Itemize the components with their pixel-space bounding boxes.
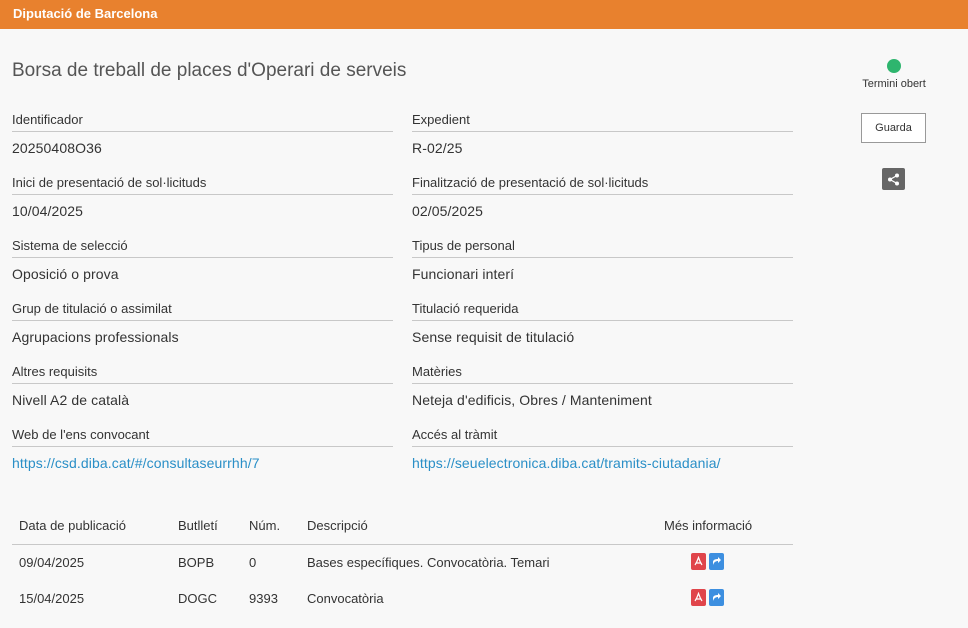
- field-label: Matèries: [412, 364, 793, 384]
- field-value: Sense requisit de titulació: [412, 329, 575, 345]
- field-titulacio: Titulació requerida Sense requisit de ti…: [412, 301, 793, 345]
- field-value: R-02/25: [412, 140, 463, 156]
- external-link-icon[interactable]: [709, 589, 724, 606]
- cell-desc: Bases específiques. Convocatòria. Temari: [307, 555, 550, 570]
- top-bar: Diputació de Barcelona: [0, 0, 968, 29]
- col-header-butlleti: Butlletí: [178, 518, 218, 533]
- cell-desc: Convocatòria: [307, 591, 384, 606]
- save-button[interactable]: Guarda: [861, 113, 926, 143]
- field-label: Inici de presentació de sol·licituds: [12, 175, 393, 195]
- field-value: 02/05/2025: [412, 203, 484, 219]
- table-header: Data de publicació Butlletí Núm. Descrip…: [12, 508, 793, 545]
- info-icons: [691, 553, 724, 570]
- web-link[interactable]: https://csd.diba.cat/#/consultaseurrhh/7: [12, 455, 393, 471]
- field-label: Titulació requerida: [412, 301, 793, 321]
- status-label: Termini obert: [862, 78, 926, 90]
- cell-date: 09/04/2025: [19, 555, 85, 570]
- field-label: Grup de titulació o assimilat: [12, 301, 393, 321]
- field-inici: Inici de presentació de sol·licituds 10/…: [12, 175, 393, 219]
- field-tipus: Tipus de personal Funcionari interí: [412, 238, 793, 282]
- col-header-desc: Descripció: [307, 518, 368, 533]
- cell-butlleti: BOPB: [178, 555, 215, 570]
- cell-num: 0: [249, 555, 257, 570]
- field-sistema: Sistema de selecció Oposició o prova: [12, 238, 393, 282]
- field-label: Identificador: [12, 112, 393, 132]
- share-icon: [888, 173, 899, 185]
- field-label: Expedient: [412, 112, 793, 132]
- field-value: 10/04/2025: [12, 203, 84, 219]
- field-label: Altres requisits: [12, 364, 393, 384]
- field-altres: Altres requisits Nivell A2 de català: [12, 364, 393, 408]
- info-icons: [691, 589, 724, 606]
- field-tramit: Accés al tràmit https://seuelectronica.d…: [412, 427, 793, 471]
- pdf-icon[interactable]: [691, 589, 706, 606]
- field-label: Finalització de presentació de sol·licit…: [412, 175, 793, 195]
- field-value: 20250408O36: [12, 140, 102, 156]
- col-header-num: Núm.: [249, 518, 281, 533]
- status-dot-icon: [887, 59, 901, 73]
- cell-date: 15/04/2025: [19, 591, 85, 606]
- field-value: Funcionari interí: [412, 266, 515, 282]
- cell-num: 9393: [249, 591, 278, 606]
- col-header-info: Més informació: [664, 518, 753, 533]
- field-value: Oposició o prova: [12, 266, 119, 282]
- field-identificador: Identificador 20250408O36: [12, 112, 393, 156]
- pdf-icon[interactable]: [691, 553, 706, 570]
- field-label: Web de l'ens convocant: [12, 427, 393, 447]
- table-row: 15/04/2025 DOGC 9393 Convocatòria: [12, 581, 793, 617]
- field-expedient: Expedient R-02/25: [412, 112, 793, 156]
- org-name: Diputació de Barcelona: [13, 6, 158, 21]
- share-button[interactable]: [882, 168, 905, 190]
- field-final: Finalització de presentació de sol·licit…: [412, 175, 793, 219]
- field-value: Neteja d'edificis, Obres / Manteniment: [412, 392, 652, 408]
- field-grup: Grup de titulació o assimilat Agrupacion…: [12, 301, 393, 345]
- col-header-date: Data de publicació: [19, 518, 126, 533]
- field-label: Tipus de personal: [412, 238, 793, 258]
- table-row: 09/04/2025 BOPB 0 Bases específiques. Co…: [12, 545, 793, 581]
- external-link-icon[interactable]: [709, 553, 724, 570]
- status-indicator: Termini obert: [858, 59, 930, 90]
- field-materies: Matèries Neteja d'edificis, Obres / Mant…: [412, 364, 793, 408]
- field-label: Sistema de selecció: [12, 238, 393, 258]
- tramit-link[interactable]: https://seuelectronica.diba.cat/tramits-…: [412, 455, 793, 471]
- field-value: Agrupacions professionals: [12, 329, 179, 345]
- page-title: Borsa de treball de places d'Operari de …: [12, 60, 407, 81]
- field-label: Accés al tràmit: [412, 427, 793, 447]
- field-value: Nivell A2 de català: [12, 392, 130, 408]
- publications-table: Data de publicació Butlletí Núm. Descrip…: [12, 508, 793, 617]
- field-web: Web de l'ens convocant https://csd.diba.…: [12, 427, 393, 471]
- cell-butlleti: DOGC: [178, 591, 217, 606]
